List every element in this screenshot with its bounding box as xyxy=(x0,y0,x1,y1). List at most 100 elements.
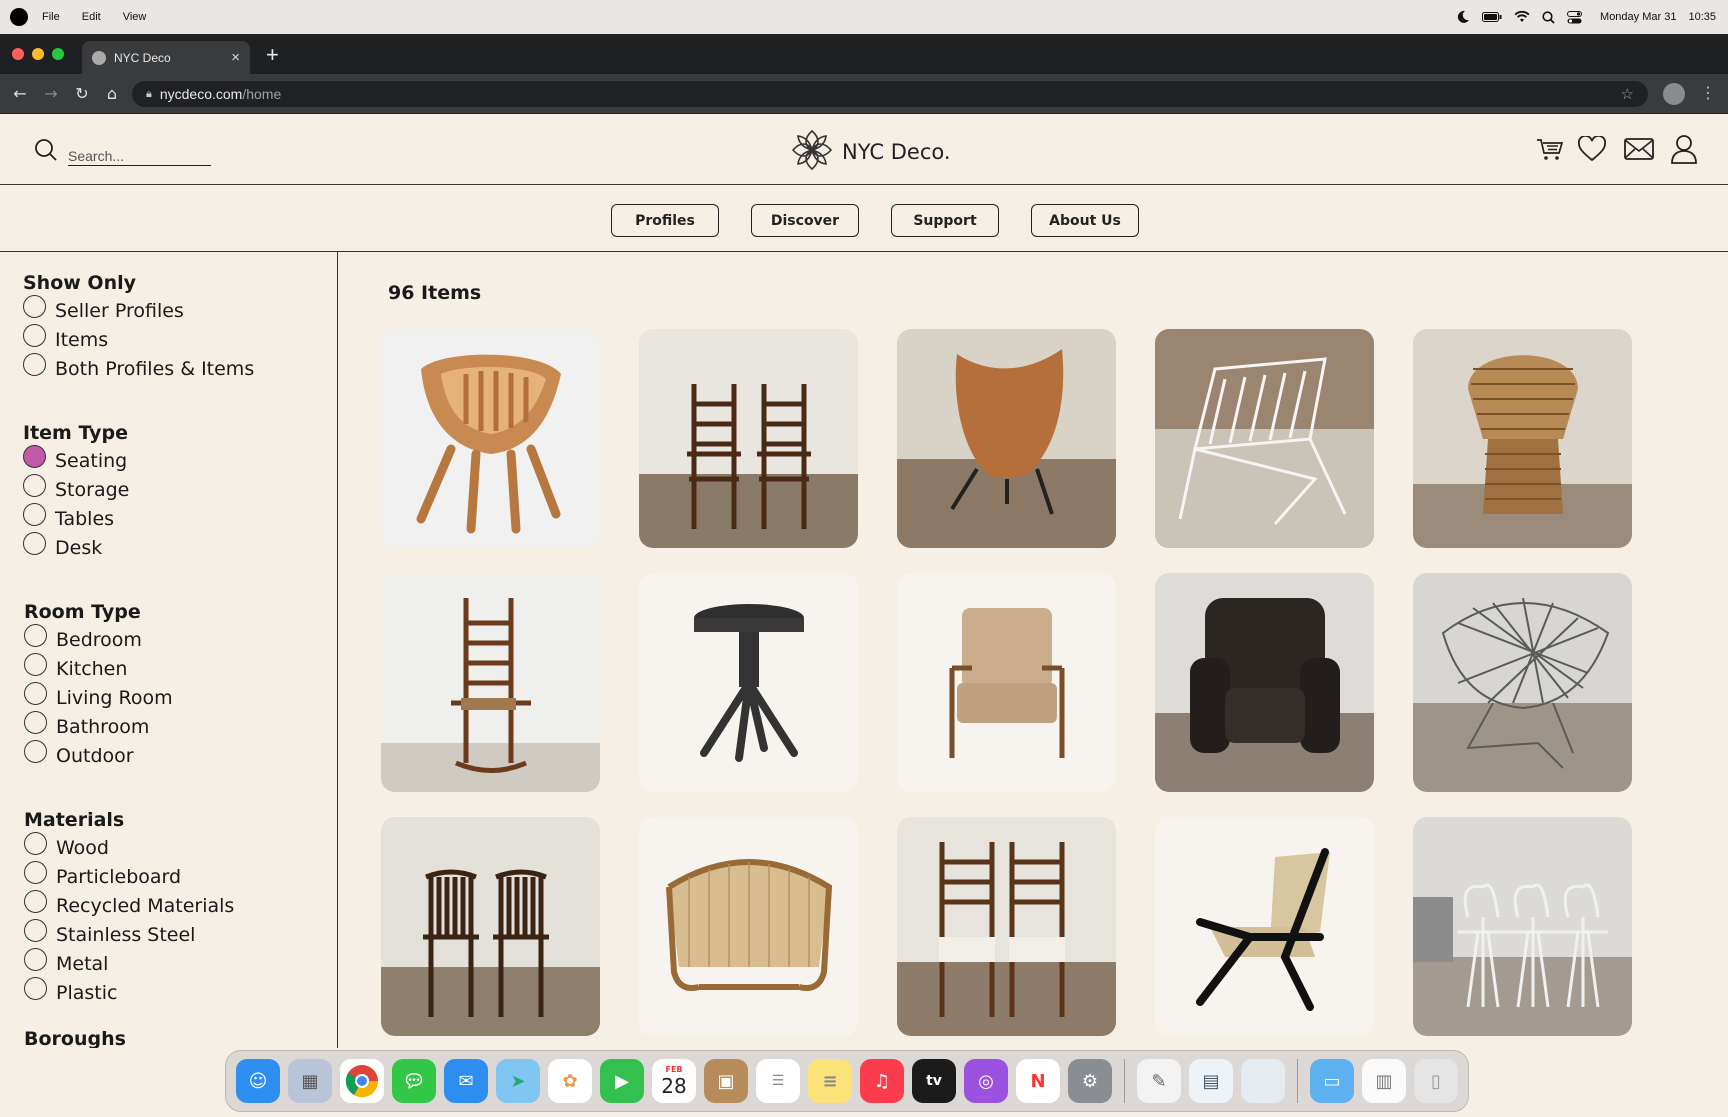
product-card-rattan-lounge-chair[interactable] xyxy=(639,817,858,1036)
radio-button[interactable] xyxy=(24,624,47,647)
product-card-pair-windsor-chairs[interactable] xyxy=(381,817,600,1036)
mail-icon[interactable] xyxy=(1624,137,1654,165)
about-us-button[interactable]: About Us xyxy=(1031,204,1139,237)
menu-view[interactable]: View xyxy=(123,11,147,23)
filter-option-bedroom[interactable]: Bedroom xyxy=(24,624,173,654)
apple-menu-icon[interactable] xyxy=(10,8,28,26)
brand-logo[interactable]: NYC Deco. xyxy=(790,128,951,176)
notes-icon[interactable]: ≡ xyxy=(808,1059,852,1103)
discover-button[interactable]: Discover xyxy=(751,204,859,237)
product-card-black-leather-club-chair[interactable] xyxy=(1155,573,1374,792)
filter-option-particleboard[interactable]: Particleboard xyxy=(24,861,234,891)
preview-icon[interactable]: ▤ xyxy=(1189,1059,1233,1103)
home-icon[interactable]: ⌂ xyxy=(102,84,122,103)
reload-icon[interactable]: ↻ xyxy=(72,84,92,103)
search-icon[interactable] xyxy=(34,138,58,166)
support-button[interactable]: Support xyxy=(891,204,999,237)
filter-option-outdoor[interactable]: Outdoor xyxy=(24,740,173,770)
filter-option-stainless-steel[interactable]: Stainless Steel xyxy=(24,919,234,949)
filter-option-living-room[interactable]: Living Room xyxy=(24,682,173,712)
filter-option-bathroom[interactable]: Bathroom xyxy=(24,711,173,741)
menu-file[interactable]: File xyxy=(42,11,60,23)
url-field[interactable]: 🔒︎ nycdeco.com/home ☆ xyxy=(132,81,1648,107)
mail-icon[interactable]: ✉ xyxy=(444,1059,488,1103)
news-icon[interactable]: N xyxy=(1016,1059,1060,1103)
filter-option-storage[interactable]: Storage xyxy=(23,474,129,504)
textedit-icon[interactable]: ✎ xyxy=(1137,1059,1181,1103)
radio-button[interactable] xyxy=(23,295,46,318)
browser-menu-icon[interactable]: ⋮ xyxy=(1700,83,1716,102)
radio-button-selected[interactable] xyxy=(23,445,46,468)
radio-button[interactable] xyxy=(23,503,46,526)
product-card-sculpted-wood-armchair[interactable] xyxy=(381,329,600,548)
radio-button[interactable] xyxy=(24,861,47,884)
settings-icon[interactable]: ⚙ xyxy=(1068,1059,1112,1103)
launchpad-icon[interactable]: ▦ xyxy=(288,1059,332,1103)
radio-button[interactable] xyxy=(23,353,46,376)
radio-button[interactable] xyxy=(24,977,47,1000)
radio-button[interactable] xyxy=(23,474,46,497)
user-icon[interactable] xyxy=(1670,134,1698,168)
filter-option-seating[interactable]: Seating xyxy=(23,445,129,475)
radio-button[interactable] xyxy=(24,890,47,913)
search-input[interactable]: Search... xyxy=(68,148,211,166)
maps-icon[interactable]: ➤ xyxy=(496,1059,540,1103)
product-card-wire-diamond-chair[interactable] xyxy=(1413,573,1632,792)
trash-icon[interactable]: ▯ xyxy=(1414,1059,1458,1103)
radio-button[interactable] xyxy=(24,740,47,763)
tv-icon[interactable]: tv xyxy=(912,1059,956,1103)
menu-date[interactable]: Monday Mar 31 xyxy=(1600,11,1676,23)
radio-button[interactable] xyxy=(24,711,47,734)
filter-option-wood[interactable]: Wood xyxy=(24,832,234,862)
search-bar[interactable]: Search... xyxy=(34,138,211,166)
battery-icon[interactable] xyxy=(1482,11,1502,23)
wifi-icon[interactable] xyxy=(1514,11,1530,23)
new-tab-icon[interactable]: + xyxy=(266,42,279,68)
filter-option-items[interactable]: Items xyxy=(23,324,254,354)
folder-icon[interactable]: ▭ xyxy=(1310,1059,1354,1103)
filter-option-tables[interactable]: Tables xyxy=(23,503,129,533)
product-card-wicker-peacock-chair[interactable] xyxy=(1413,329,1632,548)
product-card-leather-butterfly-chair[interactable] xyxy=(897,329,1116,548)
heart-icon[interactable] xyxy=(1577,134,1607,166)
product-card-ladderback-rocking-chair[interactable] xyxy=(381,573,600,792)
filter-option-kitchen[interactable]: Kitchen xyxy=(24,653,173,683)
menu-edit[interactable]: Edit xyxy=(82,11,101,23)
product-card-cane-lounge-chair[interactable] xyxy=(1155,817,1374,1036)
radio-button[interactable] xyxy=(24,919,47,942)
spotlight-icon[interactable] xyxy=(1542,10,1555,24)
filter-option-both[interactable]: Both Profiles & Items xyxy=(23,353,254,383)
browser-tab[interactable]: NYC Deco × xyxy=(82,41,250,74)
podcasts-icon[interactable]: ◎ xyxy=(964,1059,1008,1103)
radio-button[interactable] xyxy=(24,948,47,971)
radio-button[interactable] xyxy=(24,653,47,676)
music-icon[interactable]: ♫ xyxy=(860,1059,904,1103)
moon-icon[interactable] xyxy=(1456,10,1470,24)
radio-button[interactable] xyxy=(23,324,46,347)
product-card-upholstered-wood-armchair[interactable] xyxy=(897,573,1116,792)
photos-icon[interactable]: ✿ xyxy=(548,1059,592,1103)
filter-option-recycled[interactable]: Recycled Materials xyxy=(24,890,234,920)
product-card-white-wire-lounge-chair[interactable] xyxy=(1155,329,1374,548)
messages-icon[interactable]: 💬︎ xyxy=(392,1059,436,1103)
facetime-icon[interactable]: ▶ xyxy=(600,1059,644,1103)
close-tab-icon[interactable]: × xyxy=(231,49,240,66)
filter-option-metal[interactable]: Metal xyxy=(24,948,234,978)
menu-time[interactable]: 10:35 xyxy=(1688,11,1716,23)
back-arrow-icon[interactable]: ← xyxy=(10,84,30,103)
filter-option-seller-profiles[interactable]: Seller Profiles xyxy=(23,295,254,325)
product-card-swivel-piano-stool[interactable] xyxy=(639,573,858,792)
calendar-icon[interactable]: FEB 28 xyxy=(652,1059,696,1103)
minimize-window-button[interactable] xyxy=(32,48,44,60)
product-card-ice-cream-parlor-chairs[interactable] xyxy=(1413,817,1632,1036)
filter-option-plastic[interactable]: Plastic xyxy=(24,977,234,1007)
product-card-pair-ladderback-armchairs[interactable] xyxy=(639,329,858,548)
chrome-icon[interactable] xyxy=(340,1059,384,1103)
bookmark-star-icon[interactable]: ☆ xyxy=(1621,85,1634,103)
product-card-pair-ladderback-side-chairs[interactable] xyxy=(897,817,1116,1036)
blank-app-icon[interactable] xyxy=(1241,1059,1285,1103)
control-center-icon[interactable] xyxy=(1567,10,1583,24)
filter-option-desk[interactable]: Desk xyxy=(23,532,129,562)
document-icon[interactable]: ▥ xyxy=(1362,1059,1406,1103)
finder-icon[interactable]: ☺ xyxy=(236,1059,280,1103)
